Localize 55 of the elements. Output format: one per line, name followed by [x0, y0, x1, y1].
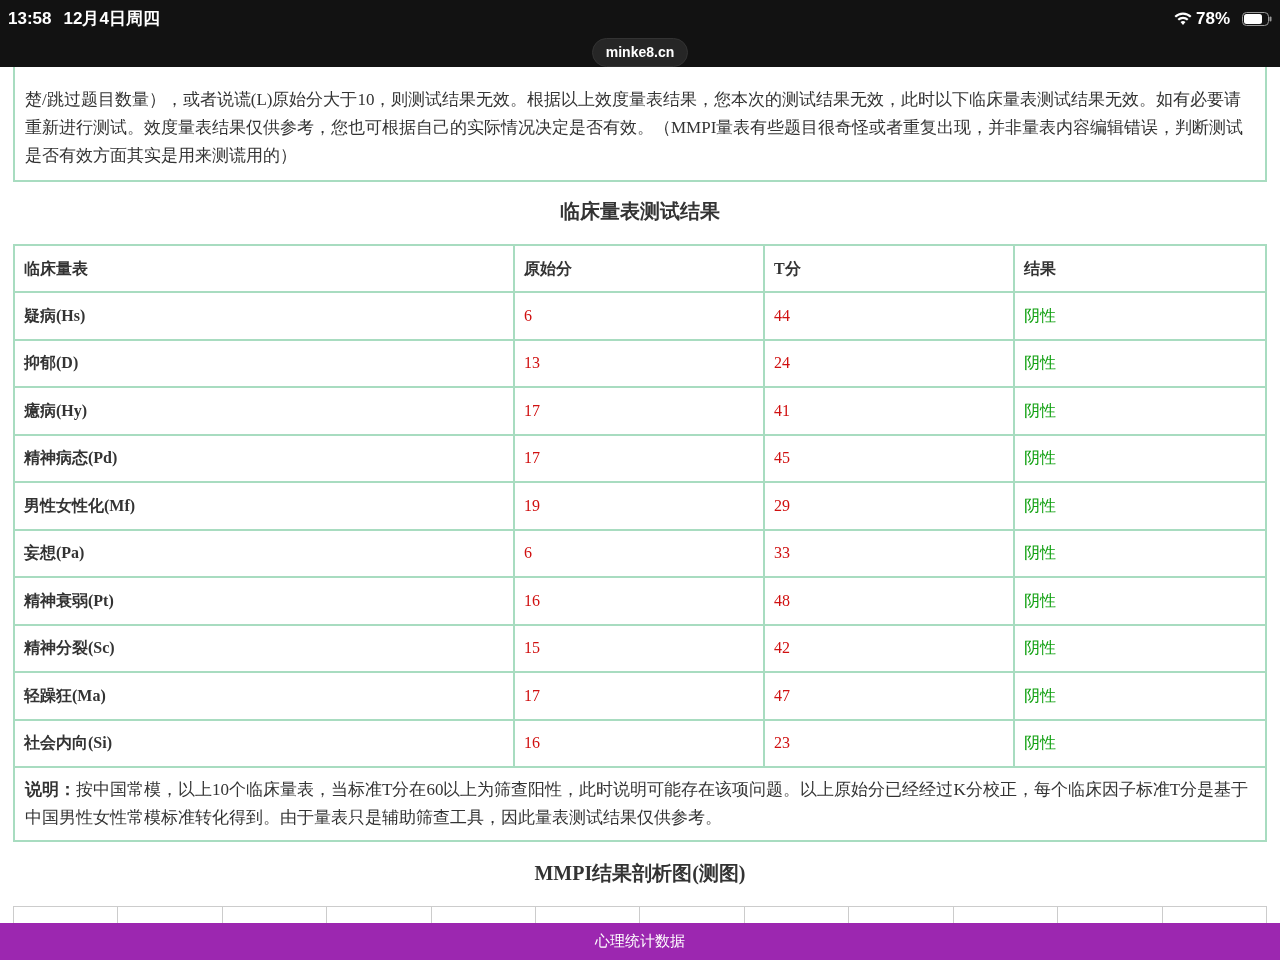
- battery-percent: 78%: [1195, 8, 1230, 31]
- table-cell: 妄想(Pa): [15, 530, 515, 578]
- table-cell: 阴性: [1015, 340, 1265, 388]
- table-cell: 24: [765, 340, 1015, 388]
- battery-icon: [1242, 12, 1272, 26]
- table-cell: 44: [765, 293, 1015, 341]
- table-cell: 阴性: [1015, 483, 1265, 531]
- table-cell: 45: [765, 435, 1015, 483]
- table-cell: 精神衰弱(Pt): [15, 578, 515, 626]
- table-cell: 阴性: [1015, 578, 1265, 626]
- table-cell: 17: [515, 435, 765, 483]
- column-header: 临床量表: [15, 246, 515, 293]
- clock: 13:58: [8, 8, 52, 31]
- table-cell: 23: [765, 720, 1015, 768]
- column-header: T分: [765, 246, 1015, 293]
- table-cell: 19: [515, 483, 765, 531]
- table-cell: 阴性: [1015, 720, 1265, 768]
- table-cell: 13: [515, 340, 765, 388]
- chart-title: MMPI结果剖析图(测图): [534, 861, 746, 887]
- table-cell: 48: [765, 578, 1015, 626]
- table-cell: 阴性: [1015, 388, 1265, 436]
- table-cell: 17: [515, 388, 765, 436]
- table-cell: 6: [515, 293, 765, 341]
- footer-text: 心理统计数据: [595, 931, 685, 953]
- column-header: 结果: [1015, 246, 1265, 293]
- table-cell: 阴性: [1015, 625, 1265, 673]
- table-cell: 6: [515, 530, 765, 578]
- table-cell: 16: [515, 578, 765, 626]
- table-cell: 阴性: [1015, 435, 1265, 483]
- table-cell: 17: [515, 673, 765, 721]
- validity-note: 楚/跳过题目数量），或者说谎(L)原始分大于10，则测试结果无效。根据以上效度量表结果，您本次的测试结果无效，此时以下临床量表测试结果无效。如有必要请重新进行测试。效度量表结果仅供参考，您也可根据自己的实际情况决定是否有效。（MMPI量表有些题目很奇怪或者重复出现，并非量表内容编辑错误，判断测试是否有效方面其实是用来测谎用的）: [25, 89, 1245, 167]
- table-cell: 疑病(Hs): [15, 293, 515, 341]
- table-cell: 41: [765, 388, 1015, 436]
- table-cell: 男性女性化(Mf): [15, 483, 515, 531]
- table-cell: 15: [515, 625, 765, 673]
- column-header: 原始分: [515, 246, 765, 293]
- table-cell: 社会内向(Si): [15, 720, 515, 768]
- table-cell: 阴性: [1015, 673, 1265, 721]
- table-cell: 抑郁(D): [15, 340, 515, 388]
- table-cell: 33: [765, 530, 1015, 578]
- url-pill[interactable]: minke8.cn: [591, 38, 689, 67]
- table-cell: 精神病态(Pd): [15, 435, 515, 483]
- table-cell: 阴性: [1015, 293, 1265, 341]
- wifi-icon: [1173, 12, 1192, 26]
- table-cell: 42: [765, 625, 1015, 673]
- table-cell: 精神分裂(Sc): [15, 625, 515, 673]
- scale-note: 说明：按中国常模，以上10个临床量表，当标准T分在60以上为筛查阳性，此时说明可能存在该项问题。以上原始分已经经过K分校正，每个临床因子标准T分是基于中国男性女性常模标准转化得到。由于量表只是辅助筛查工具，因此量表测试结果仅供参考。: [23, 779, 1250, 829]
- table-cell: 16: [515, 720, 765, 768]
- section-title: 临床量表测试结果: [560, 198, 720, 225]
- table-cell: 癔病(Hy): [15, 388, 515, 436]
- table-cell: 47: [765, 673, 1015, 721]
- table-cell: 阴性: [1015, 530, 1265, 578]
- table-cell: 29: [765, 483, 1015, 531]
- date: 12月4日周四: [63, 8, 160, 31]
- table-cell: 轻躁狂(Ma): [15, 673, 515, 721]
